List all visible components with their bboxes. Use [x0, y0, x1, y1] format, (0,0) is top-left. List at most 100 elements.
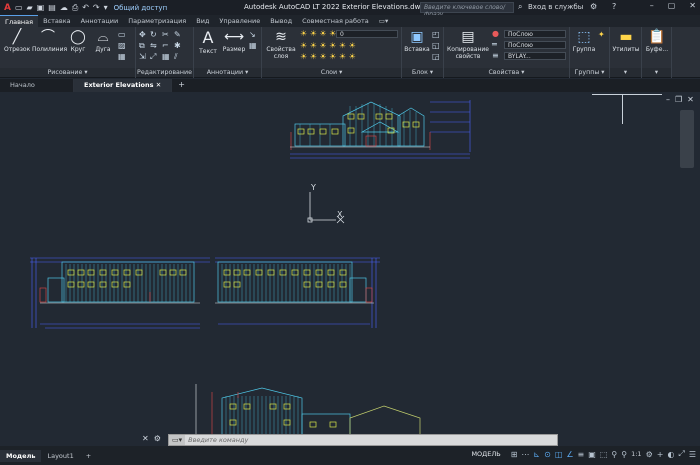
new-file-icon[interactable]: ▭: [15, 3, 23, 12]
hatch-icon[interactable]: ▨: [118, 41, 126, 50]
grid-icon[interactable]: ⊞: [511, 450, 518, 459]
leader-icon[interactable]: ↘: [249, 30, 256, 39]
tab-home[interactable]: Главная: [0, 15, 39, 27]
move-icon[interactable]: ✥: [139, 30, 146, 39]
lineweight-toggle-icon[interactable]: ≡: [578, 450, 585, 459]
panel-properties-label[interactable]: Свойства ▾: [444, 68, 569, 77]
create-block-icon[interactable]: ◰: [432, 30, 440, 39]
workspace-icon[interactable]: ⚙: [646, 450, 653, 459]
group-tool[interactable]: ⬚ Группа: [572, 30, 596, 53]
text-tool[interactable]: A Текст: [197, 30, 219, 56]
color-dropdown[interactable]: ПоСлою: [504, 30, 566, 38]
annotation-visibility-icon[interactable]: ⚲: [611, 450, 617, 459]
search-icon[interactable]: ⌕: [518, 3, 522, 11]
transparency-icon[interactable]: ▣: [588, 450, 596, 459]
line-tool[interactable]: ╱ Отрезок: [4, 30, 30, 53]
close-icon[interactable]: ✕: [689, 2, 696, 10]
model-space-button[interactable]: МОДЕЛЬ: [471, 450, 500, 458]
help-icon[interactable]: ?: [612, 3, 616, 11]
open-file-icon[interactable]: ▰: [27, 3, 33, 12]
app-menu-button[interactable]: A: [4, 3, 11, 13]
layer-state-icons[interactable]: ☀ ☀ ☀ ☀ ☀ ☀: [300, 41, 356, 50]
trim-icon[interactable]: ✂: [162, 30, 169, 39]
navigation-bar[interactable]: [680, 110, 694, 168]
viewport-minimize-icon[interactable]: –: [666, 96, 670, 104]
share-button[interactable]: Общий доступ: [114, 4, 168, 12]
tab-insert[interactable]: Вставка: [38, 15, 76, 27]
table-icon[interactable]: ▦: [118, 52, 126, 61]
otrack-icon[interactable]: ∠: [566, 450, 573, 459]
panel-block-label[interactable]: Блок ▾: [402, 68, 443, 77]
cloud-icon[interactable]: ☁: [60, 3, 68, 12]
panel-modify-label[interactable]: Редактирование ▾: [136, 68, 193, 85]
match-properties-tool[interactable]: ▤ Копирование свойств: [446, 30, 490, 60]
fullscreen-icon[interactable]: ⤢: [678, 449, 684, 459]
clipboard-tool[interactable]: 📋 Буфе...: [643, 30, 671, 53]
panel-groups-label[interactable]: Группы ▾: [570, 68, 609, 77]
explode-icon[interactable]: ✱: [174, 41, 181, 50]
dimension-tool[interactable]: ⟷ Размер: [222, 30, 246, 53]
panel-utilities-expand[interactable]: ▾: [610, 68, 641, 77]
osnap-icon[interactable]: ◫: [555, 450, 563, 459]
close-tab-icon[interactable]: ✕: [156, 81, 161, 89]
layer-dropdown[interactable]: 0: [336, 30, 398, 38]
dropdown-icon[interactable]: ▾: [104, 3, 108, 12]
isolate-icon[interactable]: ◐: [667, 450, 674, 459]
panel-draw-label[interactable]: Рисование ▾: [0, 68, 135, 77]
rotate-icon[interactable]: ↻: [150, 30, 157, 39]
tab-collaborate[interactable]: Совместная работа: [297, 15, 374, 27]
save-icon[interactable]: ▣: [37, 3, 45, 12]
array-icon[interactable]: ▦: [162, 52, 170, 61]
utilities-tool[interactable]: ▬ Утилиты: [612, 30, 640, 53]
viewport-close-icon[interactable]: ✕: [687, 96, 694, 104]
annot-table-icon[interactable]: ▦: [249, 41, 257, 50]
ungroup-icon[interactable]: ✦: [598, 30, 605, 39]
tab-output[interactable]: Вывод: [265, 15, 297, 27]
layer-properties-tool[interactable]: ≋ Свойства слоя: [265, 30, 297, 60]
polyline-tool[interactable]: ⌒ Полилиния: [32, 30, 67, 53]
add-layout-button[interactable]: +: [80, 450, 97, 462]
offset-icon[interactable]: ⫽: [174, 52, 178, 62]
insert-block-tool[interactable]: ▣ Вставка: [404, 30, 430, 53]
snap-icon[interactable]: ⋯: [521, 450, 529, 459]
command-input[interactable]: Введите команду: [185, 436, 248, 444]
panel-annotation-label[interactable]: Аннотации ▾: [194, 68, 261, 77]
tab-start[interactable]: Начало: [0, 79, 74, 92]
layer-tools-icons[interactable]: ☀ ☀ ☀ ☀ ☀ ☀: [300, 52, 356, 61]
mirror-icon[interactable]: ⇋: [150, 41, 157, 50]
customize-icon[interactable]: ☰: [689, 450, 696, 459]
command-line[interactable]: ▭▾ Введите команду: [168, 434, 558, 446]
fillet-icon[interactable]: ⌐: [162, 41, 169, 50]
tab-exterior-elevations[interactable]: Exterior Elevations ✕: [74, 79, 173, 92]
maximize-icon[interactable]: ▢: [668, 2, 676, 10]
stretch-icon[interactable]: ⇲: [139, 52, 146, 61]
arc-tool[interactable]: ⌓ Дуга: [92, 30, 114, 53]
attribute-icon[interactable]: ◲: [432, 52, 440, 61]
panel-layers-label[interactable]: Слои ▾: [262, 68, 401, 77]
new-tab-button[interactable]: +: [172, 79, 191, 92]
erase-icon[interactable]: ✎: [174, 30, 181, 39]
rectangle-icon[interactable]: ▭: [118, 30, 126, 39]
signin-button[interactable]: Вход в службы: [528, 3, 583, 11]
redo-icon[interactable]: ↷: [93, 3, 100, 12]
edit-block-icon[interactable]: ◱: [432, 41, 440, 50]
scale-icon[interactable]: ⤢: [150, 52, 156, 62]
add-icon[interactable]: +: [657, 450, 664, 459]
panel-clipboard-expand[interactable]: ▾: [642, 68, 671, 77]
scale-dropdown[interactable]: 1:1: [631, 450, 641, 458]
ortho-icon[interactable]: ⊾: [533, 450, 540, 459]
minimize-icon[interactable]: –: [650, 2, 654, 10]
circle-tool[interactable]: ◯ Круг: [67, 30, 89, 53]
tab-parametric[interactable]: Параметризация: [123, 15, 191, 27]
tab-annotate[interactable]: Аннотации: [76, 15, 124, 27]
undo-icon[interactable]: ↶: [82, 3, 89, 12]
tab-model[interactable]: Модель: [0, 449, 42, 462]
tab-manage[interactable]: Управление: [214, 15, 265, 27]
drawing-canvas[interactable]: Y: [0, 92, 700, 438]
search-input[interactable]: Введите ключевое слово/фразу: [420, 2, 514, 18]
tab-layout1[interactable]: Layout1: [41, 450, 79, 462]
lineweight-dropdown[interactable]: BYLAY...: [504, 52, 566, 60]
selection-cycle-icon[interactable]: ⬚: [600, 450, 608, 459]
plot-icon[interactable]: ⎙: [72, 3, 78, 12]
copy-icon[interactable]: ⧉: [139, 41, 145, 51]
